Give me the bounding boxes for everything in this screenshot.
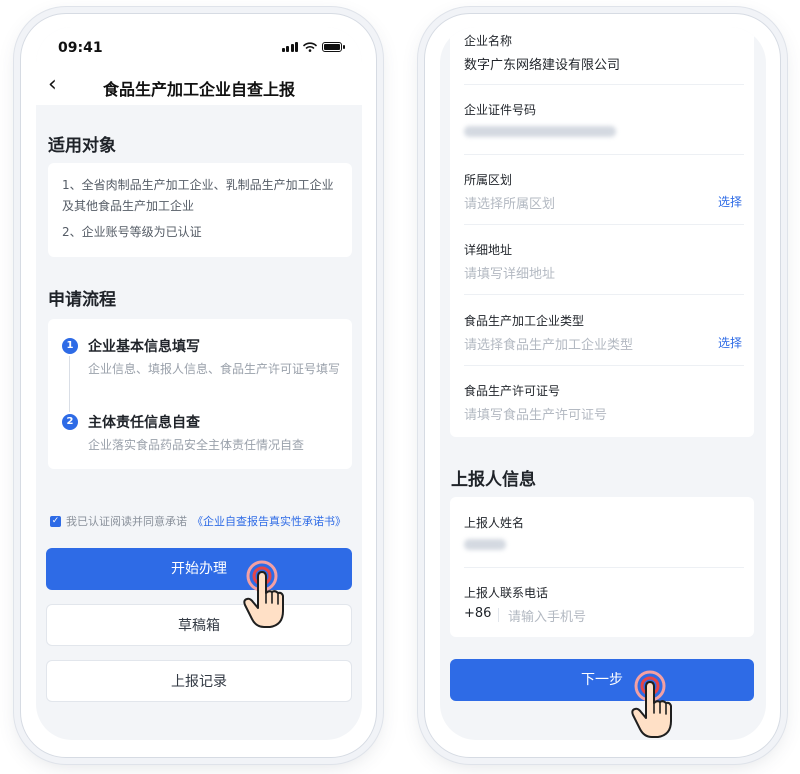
requirement-line: 2、企业账号等级为已认证 — [62, 225, 202, 239]
next-button[interactable]: 下一步 — [450, 659, 754, 701]
requirement-line: 1、全省肉制品生产加工企业、乳制品生产加工企业 — [62, 178, 334, 192]
field-placeholder: 请填写详细地址 — [464, 267, 556, 282]
company-name-field[interactable]: 企业名称 数字广东网络建设有限公司 — [464, 32, 744, 102]
nav-bar: ‹ 食品生产加工企业自查上报 — [36, 67, 362, 105]
requirement-line: 及其他食品生产加工企业 — [62, 199, 195, 213]
applicable-heading: 适用对象 — [48, 136, 116, 156]
field-placeholder: 请选择所属区划 — [464, 197, 556, 212]
page-title: 食品生产加工企业自查上报 — [102, 80, 295, 99]
phone-screen-left: 09:41 ‹ 食品生产加工企业自查上报 适用对象 1、全省肉制品生产加工企业、… — [36, 27, 362, 740]
step-connector — [69, 356, 70, 412]
phone-screen-right: 企业名称 数字广东网络建设有限公司 企业证件号码 所属区划 请选择所属区划 选择… — [440, 27, 766, 740]
applicable-card: 1、全省肉制品生产加工企业、乳制品生产加工企业 及其他食品生产加工企业 2、企业… — [48, 163, 352, 257]
process-card: 1 企业基本信息填写 企业信息、填报人信息、食品生产许可证号填写 2 主体责任信… — [48, 319, 352, 469]
field-placeholder: 请填写食品生产许可证号 — [464, 408, 608, 423]
divider — [464, 154, 744, 155]
status-time: 09:41 — [58, 40, 103, 56]
records-button[interactable]: 上报记录 — [46, 660, 352, 702]
field-placeholder: 请选择食品生产加工企业类型 — [464, 338, 634, 353]
tap-hand-icon — [631, 670, 672, 738]
step-title: 企业基本信息填写 — [88, 339, 200, 355]
address-field[interactable]: 详细地址 请填写详细地址 — [464, 241, 744, 311]
field-label: 详细地址 — [464, 243, 513, 257]
signal-icon — [281, 42, 298, 52]
reporter-card: 上报人姓名 上报人联系电话 +86 请输入手机号 — [450, 497, 754, 637]
step-number-badge: 2 — [62, 414, 78, 430]
redacted-value — [464, 539, 506, 550]
country-code[interactable]: +86 — [464, 606, 491, 621]
tap-hand-icon — [243, 560, 284, 628]
status-bar: 09:41 — [36, 27, 362, 67]
select-type-link[interactable]: 选择 — [718, 334, 742, 351]
reporter-heading: 上报人信息 — [451, 470, 536, 490]
battery-icon — [322, 42, 345, 52]
step-number-badge: 1 — [62, 338, 78, 354]
field-label: 企业证件号码 — [464, 103, 537, 117]
step-description: 企业信息、填报人信息、食品生产许可证号填写 — [88, 362, 341, 376]
divider — [464, 294, 744, 295]
status-icons — [281, 42, 345, 52]
field-label: 所属区划 — [464, 173, 513, 187]
agreement-checkbox[interactable]: ✓ — [50, 515, 61, 527]
select-region-link[interactable]: 选择 — [718, 193, 742, 210]
wifi-icon — [303, 42, 317, 52]
divider — [464, 224, 744, 225]
field-label: 食品生产加工企业类型 — [464, 314, 585, 328]
process-heading: 申请流程 — [48, 290, 116, 310]
step-title: 主体责任信息自查 — [88, 415, 200, 431]
agreement-link[interactable]: 《企业自查报告真实性承诺书》 — [192, 513, 346, 529]
phone-placeholder[interactable]: 请输入手机号 — [508, 606, 586, 625]
field-label: 食品生产许可证号 — [464, 384, 561, 398]
divider — [464, 365, 744, 366]
field-label: 企业名称 — [464, 34, 513, 48]
agreement-text: 我已认证阅读并同意承诺 — [66, 515, 187, 528]
divider — [464, 567, 744, 568]
field-label: 上报人联系电话 — [464, 586, 549, 600]
start-button[interactable]: 开始办理 — [46, 548, 352, 590]
field-value: 数字广东网络建设有限公司 — [464, 58, 621, 73]
enterprise-type-field[interactable]: 食品生产加工企业类型 请选择食品生产加工企业类型 选择 — [464, 312, 744, 382]
agreement-row: ✓ 我已认证阅读并同意承诺 《企业自查报告真实性承诺书》 — [50, 513, 346, 529]
redacted-value — [464, 126, 616, 137]
field-label: 上报人姓名 — [464, 516, 525, 530]
drafts-button[interactable]: 草稿箱 — [46, 604, 352, 646]
reporter-name-field[interactable]: 上报人姓名 — [464, 514, 744, 584]
region-field[interactable]: 所属区划 请选择所属区划 选择 — [464, 171, 744, 241]
reporter-phone-field[interactable]: 上报人联系电话 +86 请输入手机号 — [464, 584, 744, 654]
company-info-card: 企业名称 数字广东网络建设有限公司 企业证件号码 所属区划 请选择所属区划 选择… — [450, 27, 754, 437]
license-number-field[interactable]: 食品生产许可证号 请填写食品生产许可证号 — [464, 382, 744, 452]
step-description: 企业落实食品药品安全主体责任情况自查 — [88, 438, 305, 452]
divider — [498, 608, 499, 622]
company-id-field[interactable]: 企业证件号码 — [464, 101, 744, 171]
divider — [464, 84, 744, 85]
